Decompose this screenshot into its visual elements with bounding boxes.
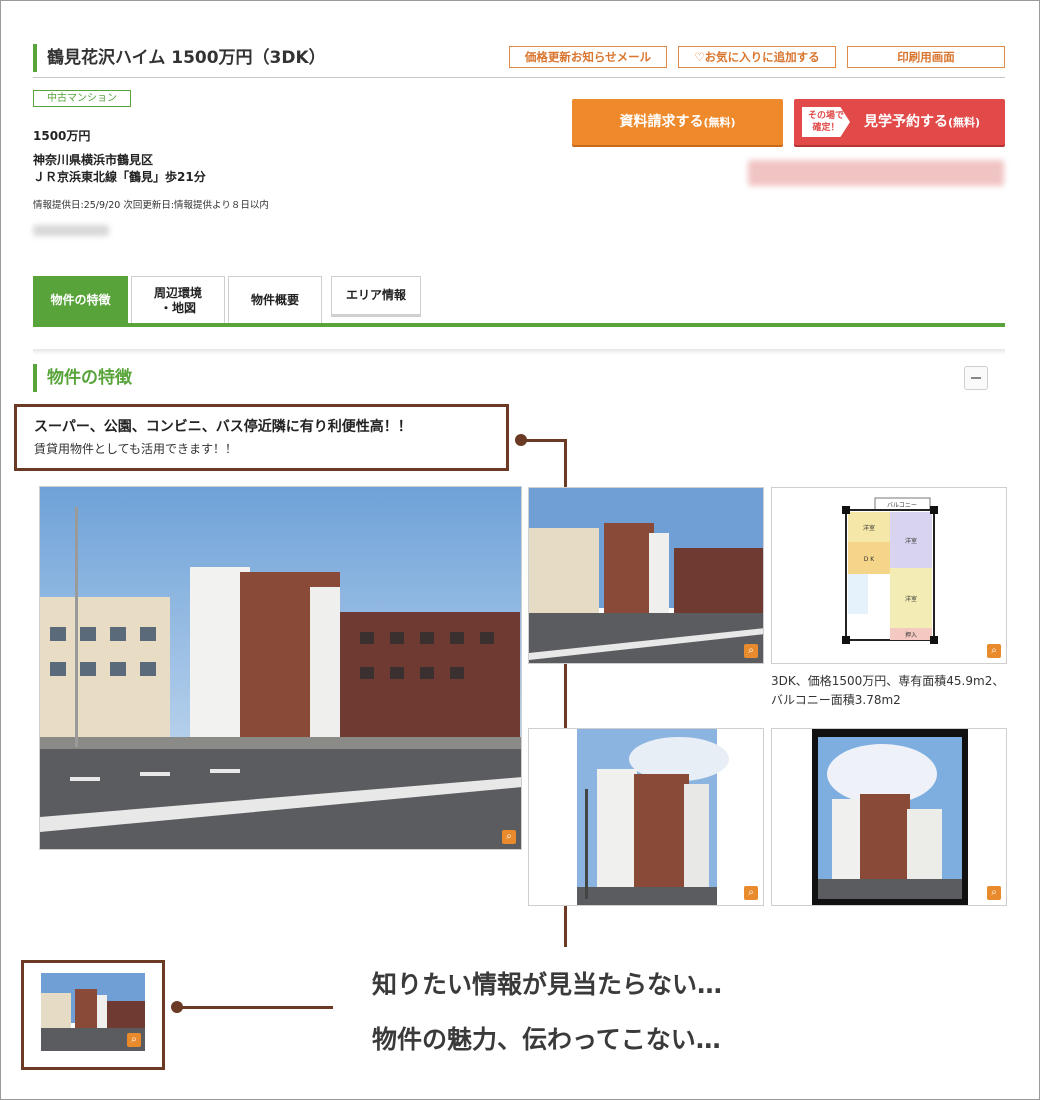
tab-surroundings-map[interactable]: 周辺環境 ・地図	[131, 276, 225, 324]
minus-icon[interactable]	[964, 366, 988, 390]
zoom-icon[interactable]: ⌕	[744, 886, 758, 900]
floorplan-room3-label: 洋室	[905, 595, 917, 603]
tag-line-1: その場で	[807, 111, 844, 121]
instant-confirm-tag: その場で 確定！	[802, 107, 850, 137]
tab-area-info[interactable]: エリア情報	[331, 276, 421, 314]
address-text: 神奈川県横浜市鶴見区	[33, 153, 154, 167]
zoom-icon[interactable]: ⌕	[127, 1033, 141, 1047]
floorplan-balcony-label: バルコニー	[887, 502, 917, 509]
tab-overview[interactable]: 物件概要	[228, 276, 322, 324]
visit-label: 見学予約する	[864, 114, 948, 130]
price-text: 1500万円	[33, 129, 91, 143]
catchphrase-sub: 賃貸用物件としても活用できます！！	[34, 442, 238, 456]
zoom-icon[interactable]: ⌕	[987, 886, 1001, 900]
print-view-button[interactable]: 印刷用画面	[847, 46, 1005, 68]
property-type-badge: 中古マンション	[33, 90, 131, 107]
add-favorite-button[interactable]: ♡お気に入りに追加する	[678, 46, 836, 68]
floor-plan-caption: 3DK、価格1500万円、専有面積45.9m2、バルコニー面積3.78m2	[771, 674, 1005, 707]
tab-underline	[33, 323, 1005, 327]
catchphrase-box: スーパー、公園、コンビニ、バス停近隣に有り利便性高！！ 賃貸用物件としても活用で…	[14, 404, 509, 471]
catchphrase-main: スーパー、公園、コンビニ、バス停近隣に有り利便性高！！	[34, 419, 412, 435]
building-photo-2[interactable]: ⌕	[528, 487, 764, 664]
request-label: 資料請求する	[619, 114, 704, 130]
tag-line-2: 確定！	[812, 123, 840, 133]
title-divider	[33, 77, 1005, 78]
annotation-line-h2	[177, 1006, 333, 1009]
floorplan-dk-label: D K	[864, 556, 876, 563]
building-photo-3[interactable]: ⌕	[528, 728, 764, 906]
floorplan-storage-label: 押入	[905, 631, 917, 639]
zoom-icon[interactable]: ⌕	[987, 644, 1001, 658]
request-documents-button[interactable]: 資料請求する(無料)	[572, 99, 783, 145]
blurred-company-name	[33, 225, 109, 236]
zoom-icon[interactable]: ⌕	[502, 830, 516, 844]
tab-features[interactable]: 物件の特徴	[33, 276, 128, 324]
annotation-line-h1	[521, 439, 567, 442]
floor-plan-image[interactable]: バルコニー 洋室 洋室 D K 洋室 押入 ⌕	[771, 487, 1007, 664]
section-divider	[33, 349, 1005, 355]
callout-line-2: 物件の魅力、伝わってこない…	[372, 1025, 721, 1054]
request-note: (無料)	[703, 116, 736, 129]
thumbnail-annotation-box: ⌕	[21, 960, 165, 1070]
building-photo-4[interactable]: ⌕	[771, 728, 1007, 906]
page-title: 鶴見花沢ハイム 1500万円（3DK）	[33, 44, 326, 72]
thumbnail-photo[interactable]: ⌕	[41, 973, 145, 1051]
visit-note: (無料)	[948, 116, 981, 129]
visit-reservation-button[interactable]: その場で 確定！ 見学予約する(無料)	[794, 99, 1005, 145]
zoom-icon[interactable]: ⌕	[744, 644, 758, 658]
access-text: ＪＲ京浜東北線「鶴見」歩21分	[33, 170, 206, 184]
main-building-photo[interactable]: ⌕	[39, 486, 522, 850]
info-dates: 情報提供日:25/9/20 次回更新日:情報提供より８日以内	[33, 200, 269, 211]
floorplan-room2-label: 洋室	[905, 537, 917, 545]
callout-line-1: 知りたい情報が見当たらない…	[372, 970, 723, 999]
blurred-phone-number	[748, 160, 1004, 186]
price-update-mail-button[interactable]: 価格更新お知らせメール	[509, 46, 667, 68]
floorplan-room1-label: 洋室	[863, 524, 875, 532]
section-title: 物件の特徴	[33, 364, 132, 392]
